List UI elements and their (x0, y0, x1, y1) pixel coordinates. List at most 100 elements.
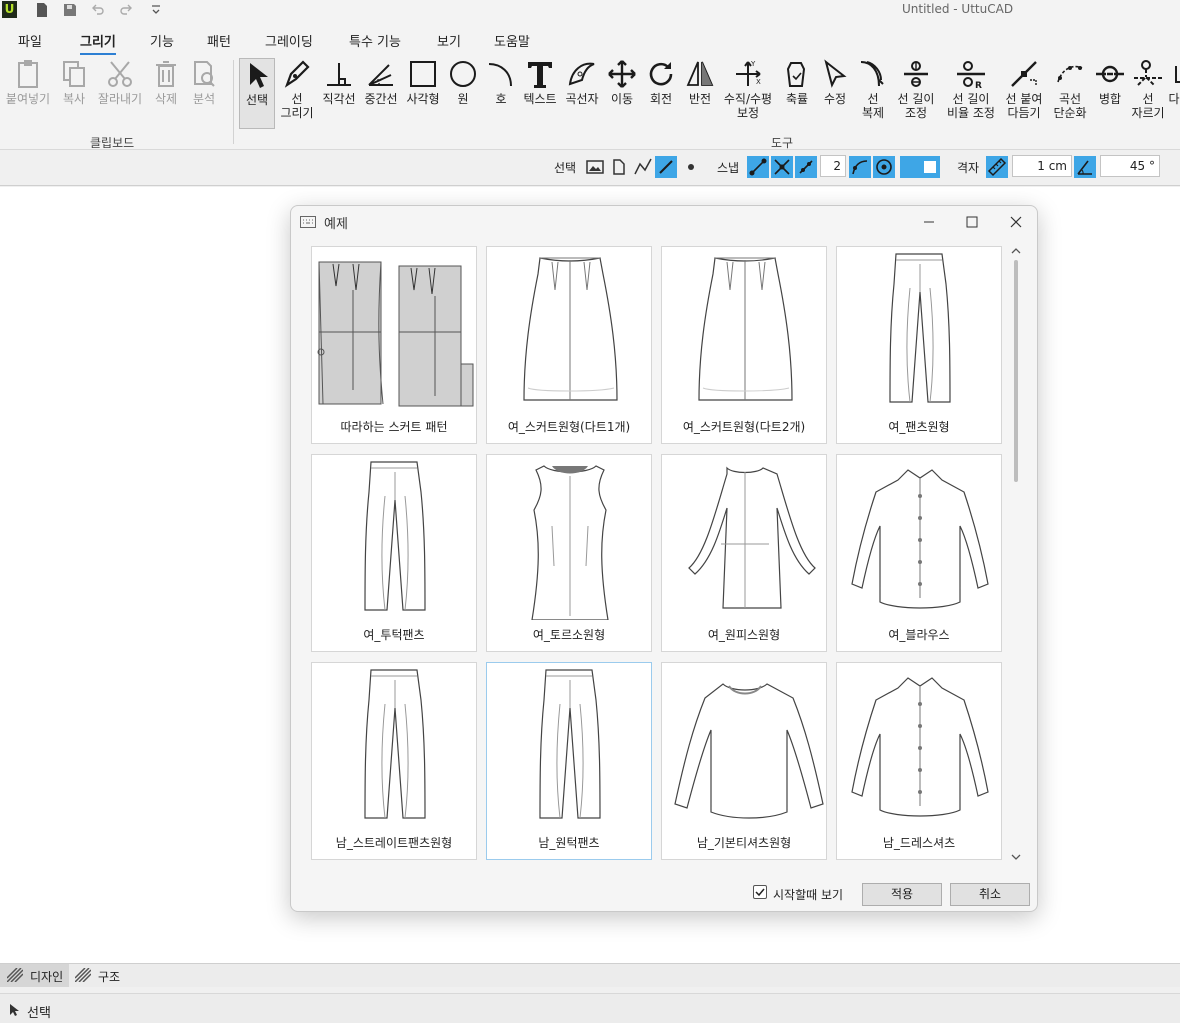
piece-select-icon[interactable] (608, 156, 630, 178)
tool-text-button[interactable]: 텍스트 (521, 58, 559, 130)
menu-draw[interactable]: 그리기 (80, 31, 116, 55)
french-curve-icon (568, 62, 595, 86)
line-select-icon[interactable] (655, 156, 677, 178)
paste-button[interactable]: 붙여넣기 (2, 58, 54, 130)
copy-icon (63, 61, 85, 87)
snap-divisions-input[interactable]: 2 (820, 155, 846, 177)
status-text: 선택 (27, 1006, 51, 1021)
tool-curve-simplify-button[interactable]: 곡선 단순화 (1050, 58, 1090, 130)
example-tile[interactable]: 남_기본티셔츠원형 (661, 662, 827, 860)
scroll-down-icon[interactable] (1010, 852, 1022, 862)
angle-snap-icon[interactable] (1074, 156, 1096, 178)
pen-icon (284, 60, 310, 88)
tool-move-button[interactable]: 이동 (604, 58, 640, 130)
maximize-icon[interactable] (958, 210, 986, 234)
dialog-scrollbar[interactable] (1010, 246, 1022, 866)
tool-length-adjust-button[interactable]: 선 길이 조정 (893, 58, 939, 130)
snap-intersection-icon[interactable] (771, 156, 793, 178)
tool-angle-bisector-button[interactable]: 중간선 (361, 58, 401, 130)
cut-button[interactable]: 잘라내기 (94, 58, 146, 130)
angle-input[interactable]: 45 ° (1100, 155, 1160, 177)
menu-file[interactable]: 파일 (18, 31, 42, 50)
example-tile[interactable]: 여_블라우스 (836, 454, 1002, 652)
snap-endpoint-icon[interactable] (747, 156, 769, 178)
example-tile[interactable]: 따라하는 스커트 패턴 (311, 246, 477, 444)
garment-thumbnail (317, 261, 474, 407)
point-select-icon[interactable] (680, 156, 702, 178)
customize-dropdown-icon[interactable] (148, 2, 164, 18)
tool-line-duplicate-button[interactable]: 선 복제 (857, 58, 889, 130)
keyboard-icon (300, 216, 316, 228)
menu-pattern[interactable]: 패턴 (207, 31, 231, 50)
tool-shrink-button[interactable]: 축률 (780, 58, 814, 130)
scroll-thumb[interactable] (1014, 260, 1018, 482)
close-icon[interactable] (1002, 210, 1030, 234)
tab-structure[interactable]: 구조 (68, 964, 126, 987)
tool-cursor-arrow-button[interactable]: 선택 (239, 58, 275, 129)
example-tile[interactable]: 여_스커트원형(다트2개) (661, 246, 827, 444)
tool-perpendicular-button[interactable]: 직각선 (319, 58, 359, 130)
snap-curve-icon[interactable] (849, 156, 871, 178)
tool-line-join-button[interactable]: 선 붙여 다듬기 (1003, 58, 1045, 130)
redo-icon[interactable] (118, 2, 134, 18)
tool-length-ratio-button[interactable]: R 선 길이 비율 조정 (942, 58, 1000, 130)
apply-button[interactable]: 적용 (862, 883, 942, 906)
example-tile[interactable]: 여_팬츠원형 (836, 246, 1002, 444)
tool-edit-cursor-button[interactable]: 수정 (818, 58, 852, 130)
menu-special[interactable]: 특수 기능 (349, 31, 401, 50)
example-tile[interactable]: 여_투턱팬츠 (311, 454, 477, 652)
tool-circle-button[interactable]: 원 (446, 58, 480, 130)
tool-rectangle-button[interactable]: 사각형 (403, 58, 443, 130)
tool-rotate-button[interactable]: 회전 (644, 58, 678, 130)
new-document-icon[interactable] (34, 2, 50, 18)
circle-icon (450, 61, 476, 87)
show-at-start-checkbox[interactable] (753, 885, 767, 899)
copy-button[interactable]: 복사 (58, 58, 90, 130)
example-tile[interactable]: 남_원턱팬츠 (486, 662, 652, 860)
example-label: 남_기본티셔츠원형 (696, 836, 792, 850)
polyline-select-icon[interactable] (632, 156, 654, 178)
cancel-button[interactable]: 취소 (950, 883, 1030, 906)
snap-center-icon[interactable] (873, 156, 895, 178)
example-tile[interactable]: 남_스트레이트팬츠원형 (311, 662, 477, 860)
save-icon[interactable] (62, 2, 78, 18)
tool-pen-button[interactable]: 선 그리기 (278, 58, 316, 130)
title-bar: U Untitled - UttuCAD (0, 0, 1180, 20)
menu-function[interactable]: 기능 (150, 31, 174, 50)
menu-help[interactable]: 도움말 (494, 31, 530, 50)
undo-icon[interactable] (90, 2, 106, 18)
image-select-icon[interactable] (584, 156, 606, 178)
example-tile[interactable]: 남_드레스셔츠 (836, 662, 1002, 860)
tool-french-curve-button[interactable]: 곡선자 (562, 58, 602, 130)
tool-more-button[interactable]: 다 (1168, 58, 1180, 130)
tab-design[interactable]: 디자인 (0, 964, 70, 987)
snap-divide-icon[interactable] (795, 156, 817, 178)
tool-line-cut-button[interactable]: 선 자르기 (1130, 58, 1166, 130)
garment-thumbnail (889, 253, 951, 403)
tool-axis-correct-button[interactable]: Y X 수직/수평 보정 (720, 58, 776, 130)
menu-grading[interactable]: 그레이딩 (265, 31, 313, 50)
angle-bisector-icon (368, 64, 393, 86)
example-label: 여_블라우스 (888, 628, 950, 642)
ruler-icon[interactable] (986, 156, 1008, 178)
tool-label: 수정 (823, 92, 847, 106)
tool-label: 호 (495, 92, 507, 106)
scroll-up-icon[interactable] (1010, 246, 1022, 256)
tool-arc-button[interactable]: 호 (484, 58, 518, 130)
example-tile[interactable]: 여_토르소원형 (486, 454, 652, 652)
tool-mirror-button[interactable]: 반전 (682, 58, 718, 130)
analyze-button[interactable]: 분석 (188, 58, 220, 130)
grid-label: 격자 (957, 161, 980, 175)
paste-icon (18, 60, 38, 88)
garment-thumbnail (674, 683, 824, 819)
grid-size-input[interactable]: 1 cm (1012, 155, 1072, 177)
tool-label: 곡선 (1058, 92, 1082, 106)
tool-label: 선 (291, 92, 303, 106)
minimize-icon[interactable] (915, 210, 943, 234)
snap-toggle[interactable] (900, 156, 940, 178)
menu-view[interactable]: 보기 (437, 31, 461, 50)
tool-merge-button[interactable]: 병합 (1092, 58, 1128, 130)
example-tile[interactable]: 여_원피스원형 (661, 454, 827, 652)
example-tile[interactable]: 여_스커트원형(다트1개) (486, 246, 652, 444)
delete-button[interactable]: 삭제 (150, 58, 182, 130)
